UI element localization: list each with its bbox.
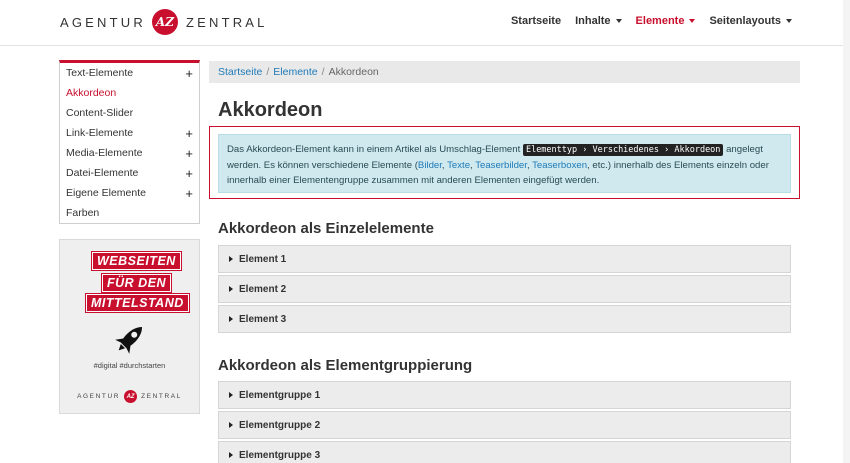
sidebar-item-label: Farben: [66, 207, 100, 219]
section-title-elementgruppierung: Akkordeon als Elementgruppierung: [218, 357, 473, 374]
page-title: Akkordeon: [218, 99, 323, 121]
nav-label: Elemente: [635, 15, 685, 27]
caret-right-icon: [229, 256, 233, 262]
sidebar-item-media-elemente[interactable]: Media-Elemente +: [60, 143, 199, 163]
nav-label: Inhalte: [575, 15, 611, 27]
info-code: Elementtyp › Verschiedenes › Akkordeon: [522, 144, 724, 156]
nav-label: Startseite: [510, 15, 562, 27]
info-frame: Das Akkordeon-Element kann in einem Arti…: [209, 126, 800, 199]
logo-mark-icon: AZ: [124, 390, 138, 403]
site-logo[interactable]: AGENTUR AZ ZENTRAL: [60, 8, 268, 36]
section-title-einzelelemente: Akkordeon als Einzelelemente: [218, 220, 434, 237]
accordion-label: Elementgruppe 1: [239, 389, 321, 401]
promo-line-1: WEBSEITEN: [92, 252, 181, 270]
accordion-item[interactable]: Elementgruppe 2: [218, 411, 791, 439]
promo-tagline: #digital #durchstarten: [93, 361, 166, 370]
site-header: AGENTUR AZ ZENTRAL Startseite Inhalte El…: [0, 0, 850, 46]
promo-logo: AGENTUR AZ ZENTRAL: [60, 390, 199, 403]
nav-seitenlayouts[interactable]: Seitenlayouts: [709, 15, 792, 27]
link-bilder[interactable]: Bilder: [418, 160, 442, 171]
info-box: Das Akkordeon-Element kann in einem Arti…: [218, 134, 791, 193]
caret-right-icon: [229, 316, 233, 322]
logo-mark-icon: AZ: [151, 9, 178, 35]
sidebar-item-link-elemente[interactable]: Link-Elemente +: [60, 123, 199, 143]
logo-text-right: ZENTRAL: [185, 14, 268, 30]
nav-startseite[interactable]: Startseite: [511, 15, 561, 27]
accordion-item[interactable]: Elementgruppe 1: [218, 381, 791, 409]
promo-logo-right: ZENTRAL: [141, 393, 182, 400]
link-texte[interactable]: Texte: [447, 160, 470, 171]
plus-icon[interactable]: +: [185, 147, 193, 160]
promo-logo-left: AGENTUR: [77, 393, 121, 400]
page-scrollbar[interactable]: [843, 0, 850, 463]
sidebar-item-label: Eigene Elemente: [66, 187, 146, 199]
plus-icon[interactable]: +: [185, 67, 193, 80]
accordion-label: Element 2: [239, 283, 287, 295]
promo-line-2: FÜR DEN: [102, 274, 172, 292]
caret-down-icon: [615, 19, 622, 23]
nav-inhalte[interactable]: Inhalte: [575, 15, 622, 27]
sidebar-item-label: Content-Slider: [66, 107, 134, 119]
accordion-item[interactable]: Element 3: [218, 305, 791, 333]
caret-right-icon: [229, 422, 233, 428]
promo-banner[interactable]: WEBSEITEN FÜR DEN MITTELSTAND #digital #…: [59, 239, 200, 414]
plus-icon[interactable]: +: [185, 127, 193, 140]
sidebar-item-datei-elemente[interactable]: Datei-Elemente +: [60, 163, 199, 183]
breadcrumb-link-elemente[interactable]: Elemente: [273, 66, 317, 78]
sidebar-nav: Text-Elemente + Akkordeon Content-Slider…: [59, 60, 200, 224]
logo-text-left: AGENTUR: [60, 14, 146, 30]
caret-down-icon: [689, 19, 696, 23]
accordion-label: Elementgruppe 2: [239, 419, 321, 431]
sidebar-item-eigene-elemente[interactable]: Eigene Elemente +: [60, 183, 199, 203]
caret-right-icon: [229, 452, 233, 458]
main-nav: Startseite Inhalte Elemente Seitenlayout…: [511, 15, 792, 27]
accordion-item[interactable]: Element 2: [218, 275, 791, 303]
breadcrumb: Startseite / Elemente / Akkordeon: [209, 61, 800, 83]
breadcrumb-separator: /: [266, 66, 270, 78]
sidebar-item-label: Akkordeon: [66, 87, 117, 99]
breadcrumb-link-startseite[interactable]: Startseite: [218, 66, 262, 78]
sidebar-item-label: Media-Elemente: [66, 147, 143, 159]
sidebar-item-content-slider[interactable]: Content-Slider: [60, 103, 199, 123]
caret-right-icon: [229, 286, 233, 292]
sidebar-item-label: Text-Elemente: [66, 67, 134, 79]
breadcrumb-separator: /: [321, 66, 325, 78]
sidebar-item-label: Link-Elemente: [66, 127, 134, 139]
caret-down-icon: [786, 19, 792, 23]
accordion-label: Element 1: [239, 253, 287, 265]
accordion-item[interactable]: Elementgruppe 3: [218, 441, 791, 463]
sidebar-item-label: Datei-Elemente: [66, 167, 139, 179]
rocket-icon: [115, 326, 143, 354]
nav-elemente[interactable]: Elemente: [636, 15, 696, 27]
info-text: Das Akkordeon-Element kann in einem Arti…: [227, 144, 523, 155]
link-teaserboxen[interactable]: Teaserboxen: [532, 160, 587, 171]
nav-label: Seitenlayouts: [709, 15, 781, 27]
link-teaserbilder[interactable]: Teaserbilder: [475, 160, 527, 171]
sidebar-item-akkordeon[interactable]: Akkordeon: [60, 83, 199, 103]
plus-icon[interactable]: +: [185, 167, 193, 180]
caret-right-icon: [229, 392, 233, 398]
promo-line-3: MITTELSTAND: [86, 294, 189, 312]
accordion-label: Element 3: [239, 313, 287, 325]
accordion-item[interactable]: Element 1: [218, 245, 791, 273]
breadcrumb-current: Akkordeon: [328, 66, 379, 78]
sidebar-item-text-elemente[interactable]: Text-Elemente +: [60, 63, 199, 83]
accordion-label: Elementgruppe 3: [239, 449, 321, 461]
sidebar-item-farben[interactable]: Farben: [60, 203, 199, 223]
plus-icon[interactable]: +: [185, 187, 193, 200]
